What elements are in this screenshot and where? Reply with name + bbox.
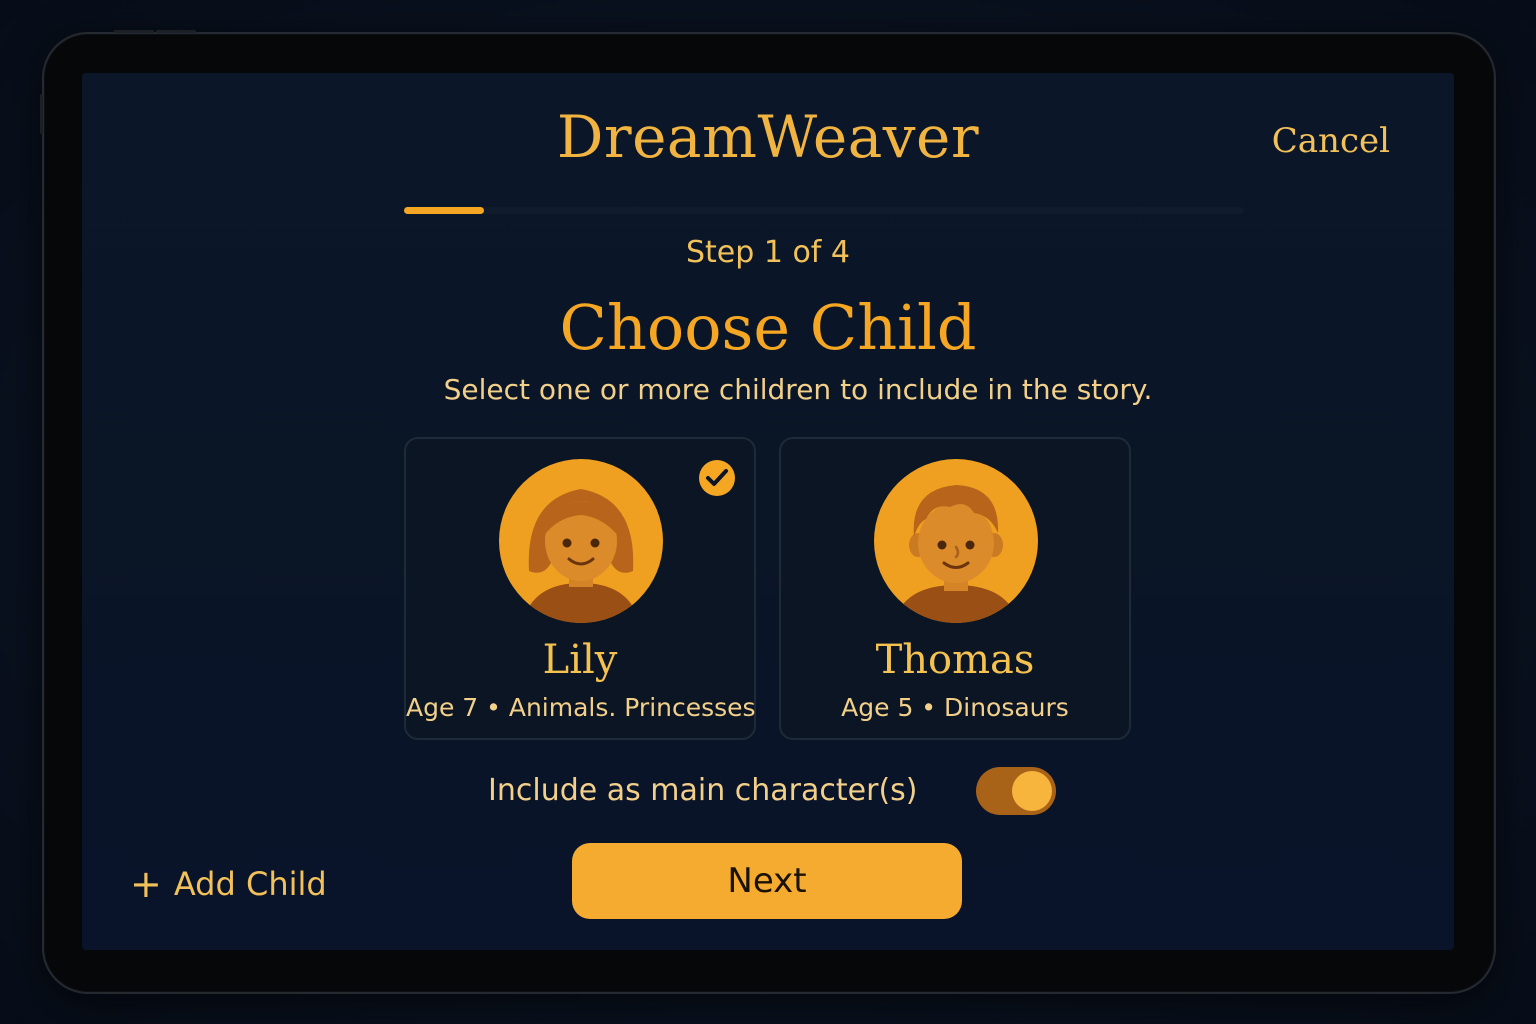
- boy-avatar-icon: [874, 459, 1038, 623]
- child-details: Age 7 • Animals. Princesses: [406, 693, 756, 722]
- add-child-label: Add Child: [173, 865, 327, 903]
- main-character-toggle[interactable]: [976, 767, 1056, 815]
- child-details: Age 5 • Dinosaurs: [841, 693, 1069, 722]
- child-card-list: Lily Age 7 • Animals. Princesses Thomas …: [404, 437, 1134, 742]
- top-button: [114, 30, 154, 33]
- app-title: DreamWeaver: [556, 103, 980, 171]
- child-card-lily[interactable]: Lily Age 7 • Animals. Princesses: [404, 437, 756, 740]
- plus-icon: +: [130, 862, 162, 906]
- child-name: Lily: [542, 637, 618, 683]
- girl-avatar-icon: [499, 459, 663, 623]
- progress-bar-fill: [404, 207, 484, 214]
- side-button: [40, 94, 43, 134]
- page-subtitle: Select one or more children to include i…: [443, 373, 1153, 406]
- main-character-label: Include as main character(s): [488, 773, 918, 808]
- progress-bar: [404, 207, 1244, 214]
- step-indicator: Step 1 of 4: [685, 235, 850, 270]
- child-card-thomas[interactable]: Thomas Age 5 • Dinosaurs: [779, 437, 1131, 740]
- child-name: Thomas: [875, 637, 1035, 683]
- toggle-knob: [1012, 771, 1052, 811]
- add-child-button[interactable]: + Add Child: [130, 865, 327, 903]
- app-screen: DreamWeaver Cancel Step 1 of 4 Choose Ch…: [82, 73, 1454, 950]
- top-button: [156, 30, 196, 33]
- checkmark-icon: [699, 460, 735, 496]
- page-title: Choose Child: [559, 291, 977, 364]
- cancel-button[interactable]: Cancel: [1272, 121, 1390, 161]
- next-button[interactable]: Next: [572, 843, 962, 919]
